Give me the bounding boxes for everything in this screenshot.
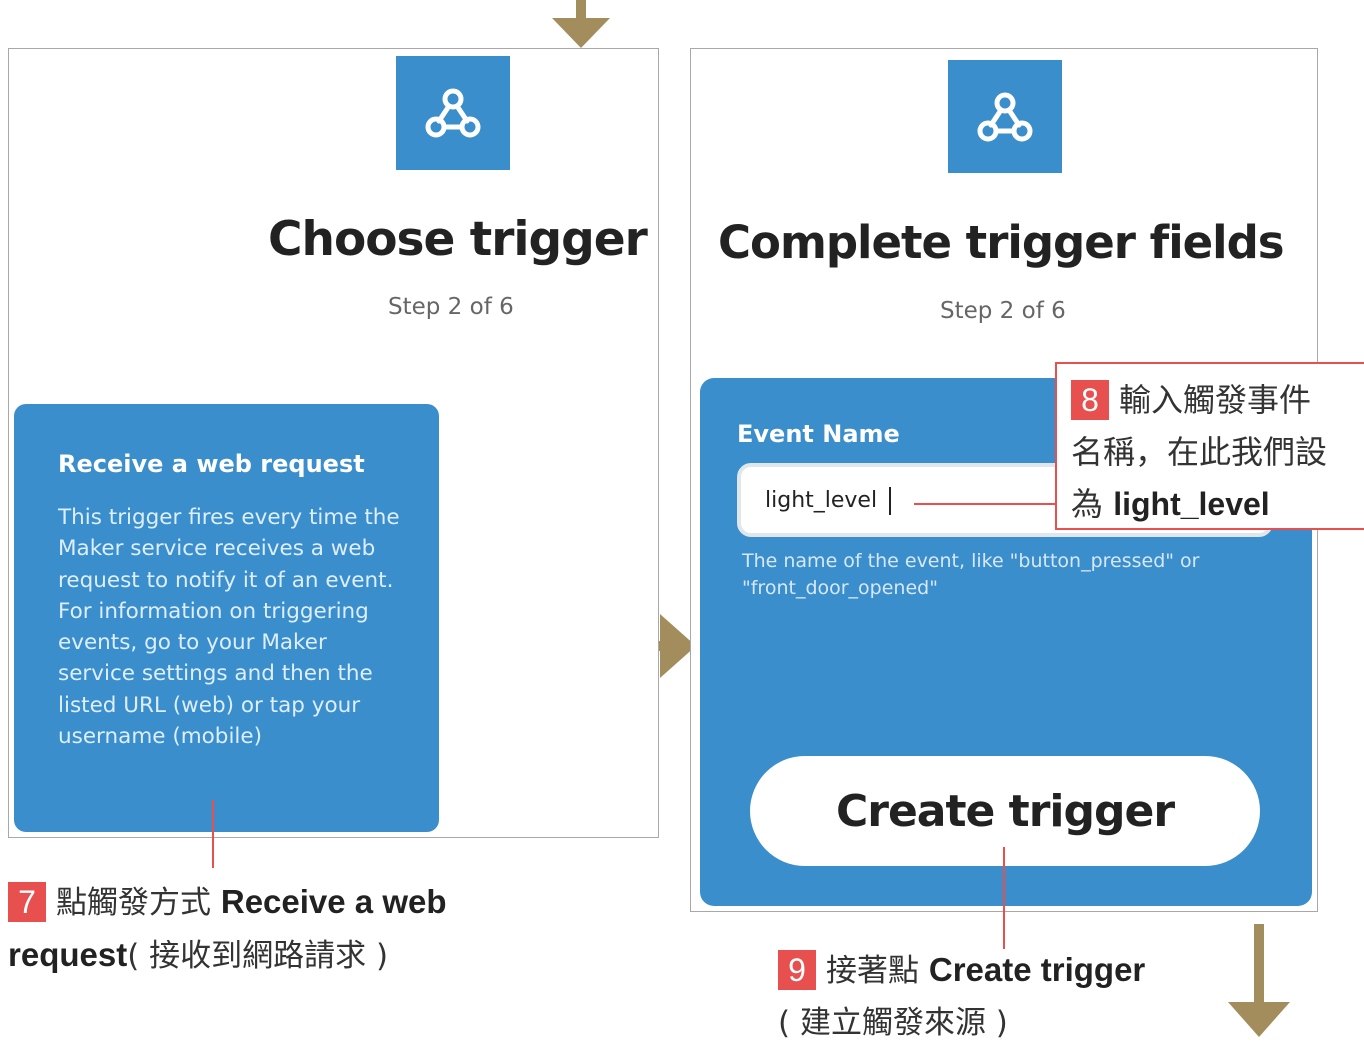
maker-service-logo: [396, 56, 510, 170]
maker-service-logo: [948, 60, 1062, 173]
callout-text: 接著點: [826, 953, 929, 989]
event-name-label: Event Name: [737, 420, 900, 448]
create-trigger-button[interactable]: Create trigger: [750, 756, 1260, 866]
trigger-option-description: This trigger fires every time the Maker …: [58, 505, 400, 750]
callout-text: 點觸發方式: [56, 885, 221, 921]
webhook-icon: [977, 92, 1033, 141]
callout-8: 8 輸入觸發事件 名稱，在此我們設 為 light_level: [1055, 362, 1364, 530]
callout-emphasis: Receive a web: [220, 883, 447, 920]
trigger-option-title: Receive a web request: [58, 450, 365, 478]
step-indicator: Step 2 of 6: [940, 298, 1066, 324]
callout-text: ( 建立觸發來源 ): [778, 1005, 1008, 1041]
callout-number-badge: 9: [778, 950, 816, 990]
flow-arrow-down-icon: [552, 0, 610, 48]
callout-pointer-line: [1003, 847, 1005, 949]
callout-emphasis: Create trigger: [928, 951, 1146, 988]
step-indicator: Step 2 of 6: [388, 294, 514, 320]
webhook-icon: [425, 88, 481, 138]
page-title: Complete trigger fields: [718, 216, 1285, 269]
trigger-option-receive-web-request[interactable]: Receive a web request This trigger fires…: [14, 404, 439, 832]
callout-text: ( 接收到網路請求 ): [127, 938, 389, 974]
page-title: Choose trigger: [268, 212, 648, 267]
callout-9: 9 接著點 Create trigger ( 建立觸發來源 ): [778, 944, 1218, 1049]
callout-emphasis: request: [8, 936, 128, 973]
callout-text: 名稱，在此我們設: [1071, 433, 1328, 471]
callout-7: 7 點觸發方式 Receive a web request( 接收到網路請求 ): [8, 876, 568, 982]
callout-text: 為: [1071, 485, 1114, 523]
callout-emphasis: light_level: [1113, 486, 1270, 522]
callout-pointer-line: [212, 800, 214, 868]
callout-pointer-line: [914, 503, 1058, 505]
event-name-hint: The name of the event, like "button_pres…: [742, 550, 1200, 599]
text-caret: [889, 487, 891, 515]
flow-arrow-down-icon: [1228, 924, 1290, 1037]
callout-number-badge: 8: [1071, 380, 1109, 420]
callout-text: 輸入觸發事件: [1119, 381, 1312, 419]
callout-number-badge: 7: [8, 882, 46, 922]
